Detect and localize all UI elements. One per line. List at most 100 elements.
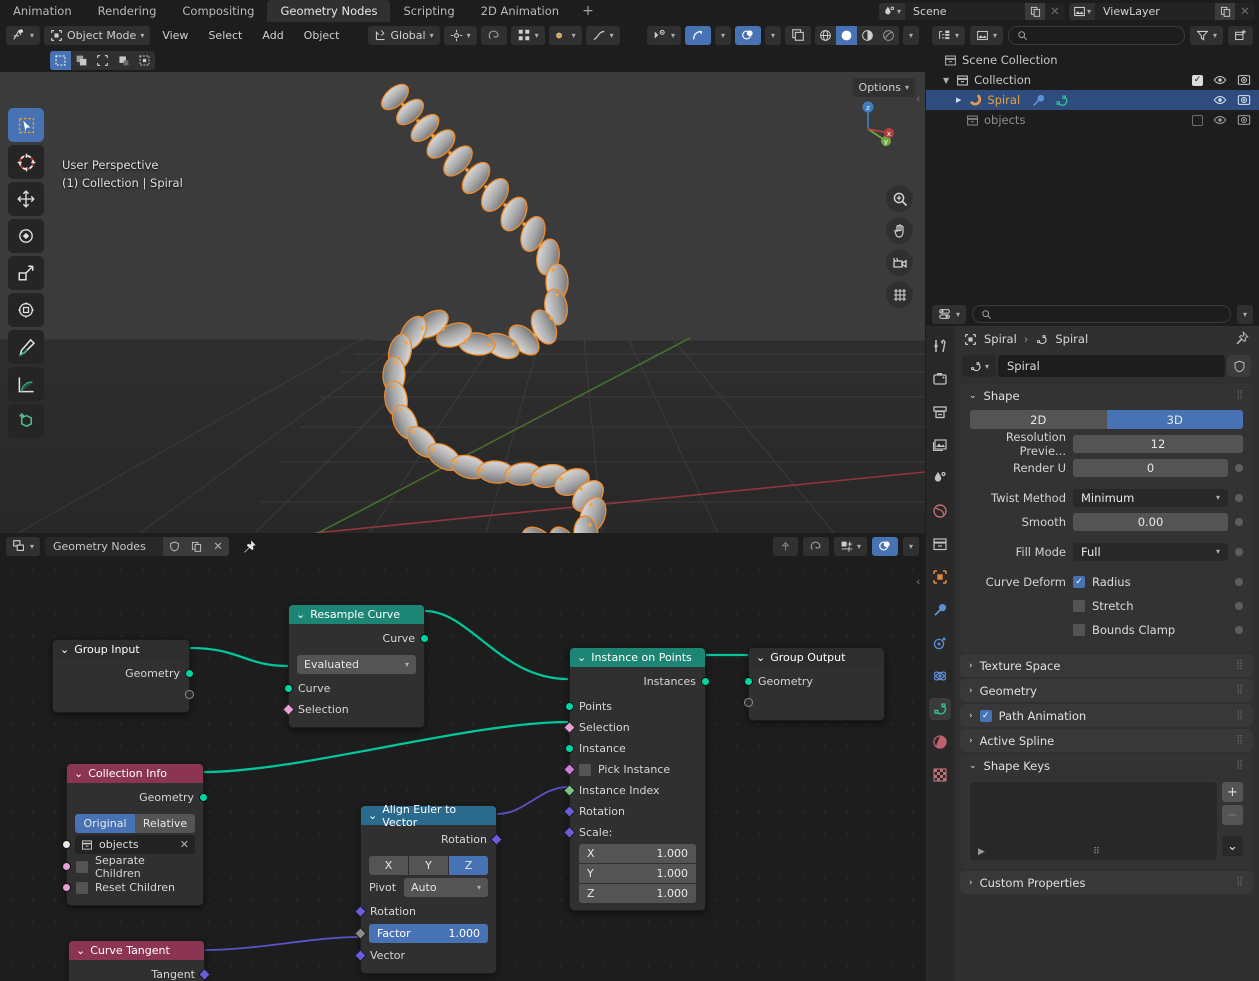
fill-mode-dropdown[interactable]: Full ▾ xyxy=(1073,542,1228,561)
exclude-checkbox[interactable] xyxy=(1192,114,1203,126)
material-icon[interactable] xyxy=(929,731,951,753)
viewlayer-selector[interactable]: ▾ ViewLayer ✕ xyxy=(1069,2,1255,20)
menu-add[interactable]: Add xyxy=(254,26,291,45)
node-overlays-button[interactable] xyxy=(871,536,898,556)
dimension-toggle[interactable]: 2D 3D xyxy=(970,410,1243,429)
expand-icon[interactable]: › xyxy=(969,661,973,671)
animate-property-dot[interactable] xyxy=(1235,547,1243,556)
texture-icon[interactable] xyxy=(929,764,951,786)
socket-dot-geometry[interactable] xyxy=(185,669,194,678)
socket-dot-rotation[interactable] xyxy=(354,905,367,918)
node-align-euler-to-vector[interactable]: ⌄ Align Euler to Vector Rotation X Y Z P… xyxy=(354,803,503,974)
socket-dot-virtual[interactable] xyxy=(744,698,753,707)
socket-rotation-in[interactable]: Rotation xyxy=(354,901,496,922)
outliner-row-objects[interactable]: objects xyxy=(926,110,1259,130)
axis-y-button[interactable]: Y xyxy=(409,856,448,875)
fake-user-button[interactable] xyxy=(1227,355,1251,377)
collapse-icon[interactable]: ⌄ xyxy=(368,809,377,822)
expand-icon[interactable]: › xyxy=(969,711,973,721)
socket-dot-separate-children[interactable] xyxy=(62,862,71,871)
node-resample-curve[interactable]: ⌄ Resample Curve Curve Evaluated ▾ Curve… xyxy=(282,604,429,728)
properties-search-input[interactable] xyxy=(972,305,1231,323)
view-layer-icon[interactable] xyxy=(929,434,951,456)
breadcrumb-data[interactable]: Spiral xyxy=(1055,332,1088,346)
factor-slider[interactable]: Factor 1.000 xyxy=(369,924,488,943)
panel-header-texture-space[interactable]: › Texture Space ⣿ xyxy=(960,654,1253,677)
breadcrumb-object[interactable]: Spiral xyxy=(984,332,1017,346)
socket-dot-geometry[interactable] xyxy=(199,793,208,802)
resolution-preview-field[interactable]: 12 xyxy=(1073,434,1243,453)
annotate-tool[interactable] xyxy=(8,330,44,364)
outliner-row-spiral[interactable]: ▶ Spiral xyxy=(926,90,1259,110)
animate-property-dot[interactable] xyxy=(1235,463,1243,472)
panel-header-active-spline[interactable]: › Active Spline ⣿ xyxy=(960,729,1253,752)
outliner-search-input[interactable] xyxy=(1008,25,1185,45)
scene-name[interactable]: Scene xyxy=(905,2,1025,20)
panel-active-spline[interactable]: › Active Spline ⣿ xyxy=(960,729,1253,752)
node-overlay-options-selector[interactable]: ▾ xyxy=(902,536,919,556)
smooth-field[interactable]: 0.00 xyxy=(1073,512,1228,531)
animate-property-dot[interactable] xyxy=(1235,493,1243,502)
socket-dot-instance[interactable] xyxy=(565,744,574,753)
properties-editor-type-selector[interactable]: ▾ xyxy=(932,304,967,324)
editor-type-selector[interactable]: ▾ xyxy=(6,25,41,45)
socket-dot-curve[interactable] xyxy=(284,684,293,693)
tab-animation[interactable]: Animation xyxy=(0,0,85,22)
node-parent-button[interactable] xyxy=(772,536,798,556)
overlays-toggle-button[interactable] xyxy=(734,25,761,45)
node-group-input[interactable]: ⌄ Group Input Geometry xyxy=(52,639,194,713)
fake-user-button[interactable] xyxy=(163,536,186,556)
outliner-filter-button[interactable]: ▾ xyxy=(1189,25,1223,45)
scene-icon[interactable] xyxy=(929,467,951,489)
collection-properties-icon[interactable] xyxy=(929,533,951,555)
modifier-wrench-icon[interactable] xyxy=(1031,93,1046,108)
node-tree-name[interactable]: Geometry Nodes xyxy=(45,536,164,556)
camera-render-icon[interactable] xyxy=(1237,113,1251,127)
socket-dot-selection[interactable] xyxy=(282,703,295,716)
socket-dot-collection[interactable] xyxy=(62,840,71,849)
node-snap-button[interactable] xyxy=(802,536,829,556)
radius-checkbox[interactable]: ✓ xyxy=(1073,575,1085,588)
drag-grip-icon[interactable]: ⣿ xyxy=(1236,391,1244,400)
cursor-tool[interactable] xyxy=(8,145,44,179)
socket-dot-rotation[interactable] xyxy=(563,805,576,818)
collapse-icon[interactable]: ⌄ xyxy=(969,761,977,771)
pan-hand-icon[interactable] xyxy=(886,217,913,244)
new-viewlayer-button[interactable] xyxy=(1215,2,1235,20)
outliner-row-scene-collection[interactable]: Scene Collection xyxy=(926,50,1259,70)
socket-dot-curve[interactable] xyxy=(420,634,429,643)
clear-collection-icon[interactable]: ✕ xyxy=(180,838,189,851)
tab-geometry-nodes[interactable]: Geometry Nodes xyxy=(267,0,391,22)
camera-icon[interactable] xyxy=(886,249,913,276)
socket-selection-in[interactable]: Selection xyxy=(282,699,424,720)
socket-geometry-in[interactable]: Geometry xyxy=(744,671,884,692)
socket-scale-in[interactable]: Scale: xyxy=(563,822,705,843)
node-header[interactable]: ⌄ Collection Info xyxy=(67,764,203,783)
expand-triangle-icon[interactable]: ▶ xyxy=(978,847,985,857)
scene-selector[interactable]: ▾ Scene ✕ xyxy=(879,2,1065,20)
node-snap-target-selector[interactable]: ▾ xyxy=(833,536,867,556)
node-instance-on-points[interactable]: ⌄ Instance on Points Instances Points Se… xyxy=(563,647,710,911)
dimension-3d-button[interactable]: 3D xyxy=(1106,410,1243,429)
transform-original-button[interactable]: Original xyxy=(75,814,135,833)
select-subtract-button[interactable] xyxy=(92,50,113,70)
panel-custom-properties[interactable]: › Custom Properties ⣿ xyxy=(960,871,1253,894)
remove-shape-key-button[interactable]: − xyxy=(1222,805,1243,825)
animate-property-dot[interactable] xyxy=(1235,625,1243,634)
panel-header-shape-keys[interactable]: ⌄ Shape Keys ⣿ xyxy=(960,754,1253,777)
output-icon[interactable] xyxy=(929,401,951,423)
object-mode-selector[interactable]: Object Mode ▾ xyxy=(44,25,151,45)
render-u-field[interactable]: 0 xyxy=(1073,458,1228,477)
collapse-icon[interactable]: ⌄ xyxy=(577,651,586,664)
collapse-icon[interactable]: ⌄ xyxy=(76,944,85,957)
falloff-curve-button[interactable]: ▾ xyxy=(585,25,620,45)
socket-instance-in[interactable]: Instance xyxy=(565,738,705,759)
panel-header-path-animation[interactable]: › ✓ Path Animation ⣿ xyxy=(960,704,1253,727)
new-scene-button[interactable] xyxy=(1025,2,1045,20)
add-cube-tool[interactable] xyxy=(8,404,44,438)
xray-toggle-button[interactable] xyxy=(784,25,811,45)
socket-dot-instance-index[interactable] xyxy=(563,784,576,797)
animate-property-dot[interactable] xyxy=(1235,601,1243,610)
viewport-options-menu[interactable]: Options ▾ xyxy=(852,78,915,97)
expand-triangle-icon[interactable]: ▼ xyxy=(943,76,949,85)
